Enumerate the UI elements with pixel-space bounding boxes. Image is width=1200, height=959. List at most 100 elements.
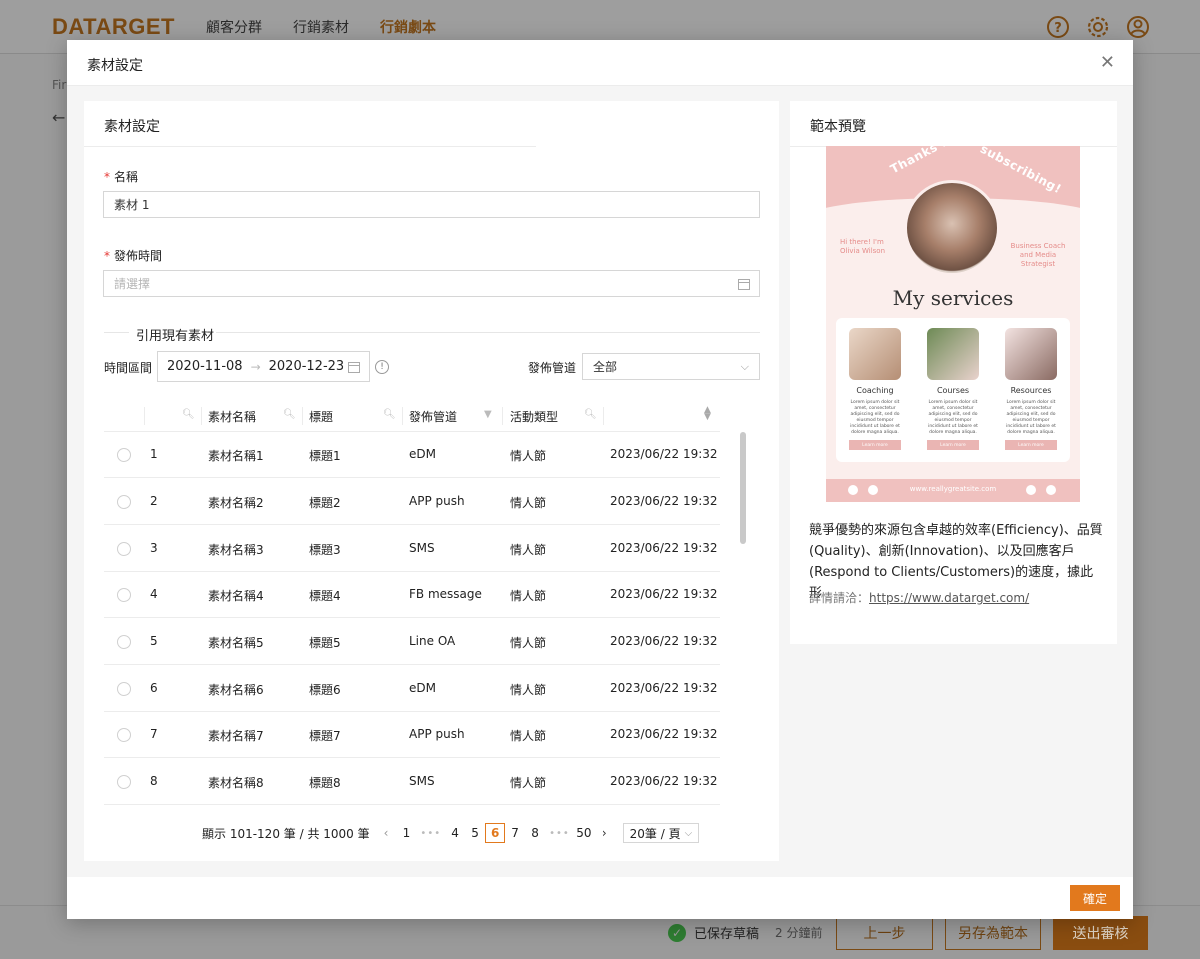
panel-title: 範本預覽 xyxy=(810,119,866,135)
phone-icon xyxy=(1046,485,1056,495)
asset-settings-panel: 素材設定 * 名稱 素材 1 * 發佈時間 請選擇 引用現有素材 時間區間 2020… xyxy=(84,101,779,861)
page-1[interactable]: 1 xyxy=(396,823,416,843)
asset-settings-modal: 素材設定 ✕ 素材設定 * 名稱 素材 1 * 發佈時間 請選擇 引用現有素材 時間… xyxy=(67,40,1133,919)
publish-time-picker[interactable]: 請選擇 xyxy=(103,270,760,297)
row-radio[interactable] xyxy=(117,542,131,556)
table-row[interactable]: 7 素材名稱7 標題7 APP push 情人節 2023/06/22 19:3… xyxy=(104,712,720,758)
table-scrollbar[interactable] xyxy=(740,432,746,544)
channel-label: 發佈管道 xyxy=(528,361,577,375)
row-number: 2 xyxy=(150,494,158,508)
pagination-ellipsis[interactable]: ••• xyxy=(420,828,441,839)
divider xyxy=(84,146,536,147)
row-asset-name: 素材名稱3 xyxy=(208,543,264,557)
name-input[interactable]: 素材 1 xyxy=(103,191,760,218)
sort-icon[interactable]: ▲ ▼ xyxy=(704,406,711,422)
nav-marketing-scripts[interactable]: 行銷劇本 xyxy=(380,17,436,37)
search-icon[interactable]: 🔍︎ xyxy=(283,409,296,420)
range-end[interactable]: 2020-12-23 xyxy=(269,359,345,374)
saved-status: ✓ 已保存草稿 2 分鐘前 xyxy=(668,923,822,942)
row-time: 2023/06/22 19:32 xyxy=(610,541,718,555)
channel-select[interactable]: 全部 ⌵ xyxy=(582,353,760,380)
row-time: 2023/06/22 19:32 xyxy=(610,447,718,461)
help-icon[interactable]: ? xyxy=(1046,15,1070,39)
row-radio[interactable] xyxy=(117,448,131,462)
row-time: 2023/06/22 19:32 xyxy=(610,587,718,601)
table-row[interactable]: 2 素材名稱2 標題2 APP push 情人節 2023/06/22 19:3… xyxy=(104,479,720,525)
row-asset-name: 素材名稱7 xyxy=(208,729,264,743)
range-label: 時間區間 xyxy=(104,361,153,375)
mail-icon xyxy=(1026,485,1036,495)
row-radio[interactable] xyxy=(117,588,131,602)
row-radio[interactable] xyxy=(117,775,131,789)
divider xyxy=(216,332,760,333)
row-asset-name: 素材名稱8 xyxy=(208,776,264,790)
row-asset-name: 素材名稱6 xyxy=(208,683,264,697)
confirm-button[interactable]: 確定 xyxy=(1070,885,1120,911)
row-channel: APP push xyxy=(409,494,465,508)
preview-card-title: Resources xyxy=(1010,386,1052,395)
pagination-ellipsis[interactable]: ••• xyxy=(549,828,570,839)
table-row[interactable]: 3 素材名稱3 標題3 SMS 情人節 2023/06/22 19:32 xyxy=(104,526,720,572)
date-range-picker[interactable]: 2020-11-08 → 2020-12-23 xyxy=(157,351,370,382)
column-header-channel[interactable]: 發佈管道 xyxy=(409,408,457,425)
row-number: 5 xyxy=(150,634,158,648)
row-asset-name: 素材名稱4 xyxy=(208,589,264,603)
nav-customer-segments[interactable]: 顧客分群 xyxy=(206,17,262,37)
submit-review-button[interactable]: 送出審核 xyxy=(1053,916,1148,950)
row-radio[interactable] xyxy=(117,635,131,649)
table-row[interactable]: 4 素材名稱4 標題4 FB message 情人節 2023/06/22 19… xyxy=(104,572,720,618)
preview-footer-band: www.reallygreatsite.com xyxy=(826,479,1080,502)
svg-text:?: ? xyxy=(1054,21,1062,36)
filter-icon[interactable]: ▼ xyxy=(484,409,492,420)
chevron-down-icon: ⌵ xyxy=(740,360,749,373)
nav-marketing-assets[interactable]: 行銷素材 xyxy=(293,17,349,37)
table-row[interactable]: 6 素材名稱6 標題6 eDM 情人節 2023/06/22 19:32 xyxy=(104,666,720,712)
row-title: 標題3 xyxy=(309,543,341,557)
column-separator xyxy=(502,407,503,425)
table-row[interactable]: 8 素材名稱8 標題8 SMS 情人節 2023/06/22 19:32 xyxy=(104,759,720,805)
prev-step-button[interactable]: 上一步 xyxy=(836,916,933,950)
page-8[interactable]: 8 xyxy=(525,823,545,843)
preview-card-title: Coaching xyxy=(856,386,894,395)
row-number: 4 xyxy=(150,587,158,601)
chevron-left-icon[interactable]: ‹ xyxy=(384,826,389,840)
page-50[interactable]: 50 xyxy=(574,823,594,843)
column-separator xyxy=(302,407,303,425)
save-as-template-button[interactable]: 另存為範本 xyxy=(945,916,1041,950)
row-type: 情人節 xyxy=(510,636,547,650)
row-channel: Line OA xyxy=(409,634,456,648)
row-radio[interactable] xyxy=(117,728,131,742)
row-radio[interactable] xyxy=(117,682,131,696)
row-radio[interactable] xyxy=(117,495,131,509)
page-4[interactable]: 4 xyxy=(445,823,465,843)
preview-greeting: Hi there! I'm Olivia Wilson xyxy=(840,238,886,255)
search-icon[interactable]: 🔍︎ xyxy=(584,409,597,420)
chevron-right-icon[interactable]: › xyxy=(602,826,607,840)
search-icon[interactable]: 🔍︎ xyxy=(182,409,195,420)
search-icon[interactable]: 🔍︎ xyxy=(383,409,396,420)
table-row[interactable]: 1 素材名稱1 標題1 eDM 情人節 2023/06/22 19:32 xyxy=(104,432,720,478)
column-header-title[interactable]: 標題 xyxy=(309,408,333,425)
panel-title: 素材設定 xyxy=(104,119,160,135)
page-5[interactable]: 5 xyxy=(465,823,485,843)
table-row[interactable]: 5 素材名稱5 標題5 Line OA 情人節 2023/06/22 19:32 xyxy=(104,619,720,665)
back-arrow-icon[interactable]: ← xyxy=(52,108,65,127)
info-icon[interactable]: ! xyxy=(375,360,389,374)
more-info-link[interactable]: https://www.datarget.com/ xyxy=(869,591,1029,605)
page-size-select[interactable]: 20筆 / 頁 ⌵ xyxy=(622,823,700,843)
row-number: 6 xyxy=(150,681,158,695)
page-6-current[interactable]: 6 xyxy=(485,823,506,843)
row-title: 標題4 xyxy=(309,589,341,603)
column-header-name[interactable]: 素材名稱 xyxy=(208,408,256,425)
settings-icon[interactable] xyxy=(1086,15,1110,39)
row-number: 1 xyxy=(150,447,158,461)
column-header-type[interactable]: 活動類型 xyxy=(510,408,558,425)
preview-card-text: Lorem ipsum dolor sit amet, consectetur … xyxy=(1006,400,1056,435)
calendar-icon xyxy=(348,362,360,373)
page-7[interactable]: 7 xyxy=(505,823,525,843)
user-icon[interactable] xyxy=(1126,15,1150,39)
range-start[interactable]: 2020-11-08 xyxy=(167,359,243,374)
row-number: 8 xyxy=(150,774,158,788)
close-icon[interactable]: ✕ xyxy=(1100,52,1115,73)
row-type: 情人節 xyxy=(510,589,547,603)
